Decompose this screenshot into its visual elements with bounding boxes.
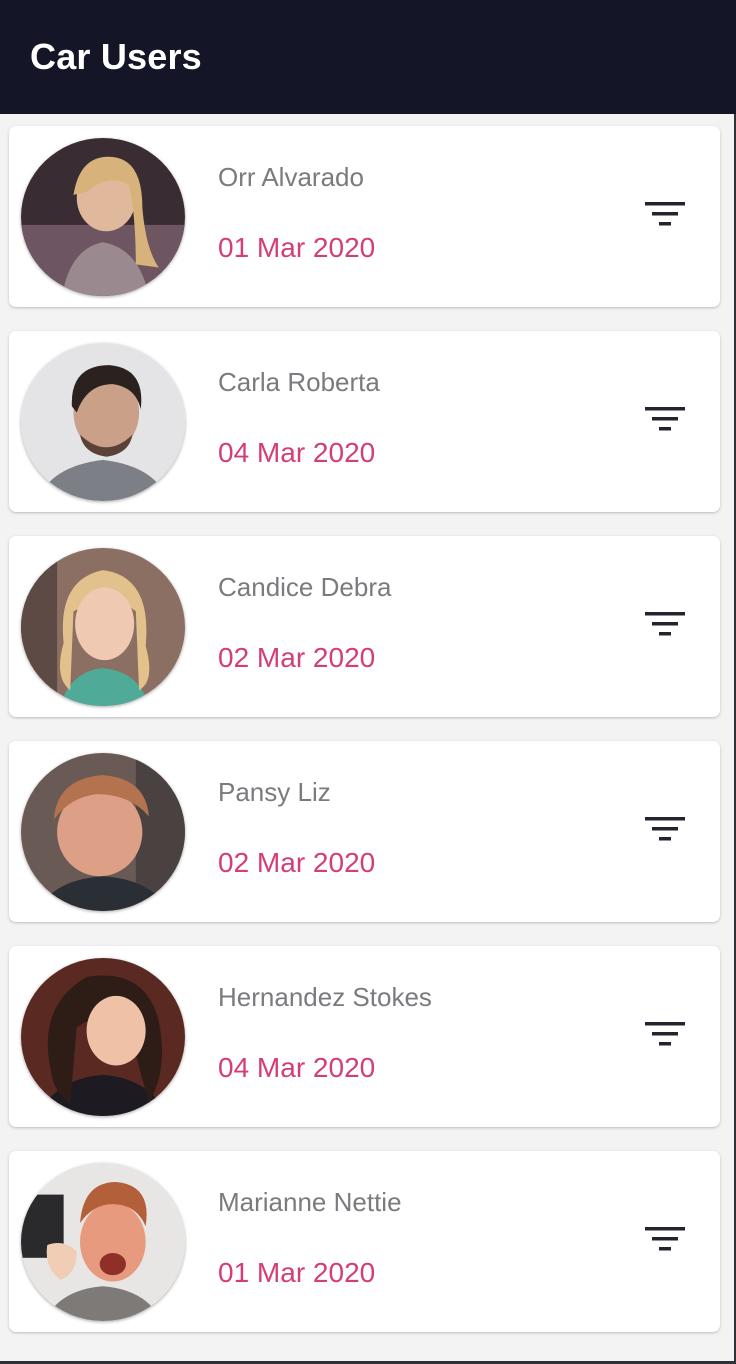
user-date: 01 Mar 2020 (218, 232, 376, 263)
avatar (21, 958, 185, 1116)
user-card[interactable]: Marianne Nettie 01 Mar 2020 (9, 1151, 720, 1332)
user-date: 04 Mar 2020 (218, 437, 376, 468)
app-bar: Car Users (0, 0, 736, 114)
user-card[interactable]: Carla Roberta 04 Mar 2020 (9, 331, 720, 512)
user-card[interactable]: Pansy Liz 02 Mar 2020 (9, 741, 720, 922)
avatar (21, 138, 185, 296)
filter-list-icon[interactable] (645, 609, 685, 639)
page-title: Car Users (30, 36, 202, 77)
user-name: Carla Roberta (218, 367, 380, 397)
user-name: Pansy Liz (218, 777, 331, 807)
avatar (21, 1163, 185, 1321)
user-name: Hernandez Stokes (218, 982, 432, 1012)
filter-list-icon[interactable] (645, 1224, 685, 1254)
filter-list-icon[interactable] (645, 814, 685, 844)
user-card[interactable]: Hernandez Stokes 04 Mar 2020 (9, 946, 720, 1127)
filter-list-icon[interactable] (645, 199, 685, 229)
avatar (21, 343, 185, 501)
user-date: 02 Mar 2020 (218, 847, 376, 878)
user-date: 04 Mar 2020 (218, 1052, 376, 1083)
user-date: 01 Mar 2020 (218, 1257, 376, 1288)
avatar (21, 548, 185, 706)
user-card[interactable]: Candice Debra 02 Mar 2020 (9, 536, 720, 717)
user-list[interactable]: Orr Alvarado 01 Mar 2020 Carla Roberta 0… (0, 114, 736, 1364)
user-date: 02 Mar 2020 (218, 642, 376, 673)
filter-list-icon[interactable] (645, 404, 685, 434)
filter-list-icon[interactable] (645, 1019, 685, 1049)
car-users-screen: Car Users Orr Alvarado 01 Mar 2020 Carla… (0, 0, 736, 1364)
user-name: Orr Alvarado (218, 162, 364, 192)
user-name: Candice Debra (218, 572, 392, 602)
user-card[interactable]: Orr Alvarado 01 Mar 2020 (9, 126, 720, 307)
avatar (21, 753, 185, 911)
user-name: Marianne Nettie (218, 1187, 402, 1217)
